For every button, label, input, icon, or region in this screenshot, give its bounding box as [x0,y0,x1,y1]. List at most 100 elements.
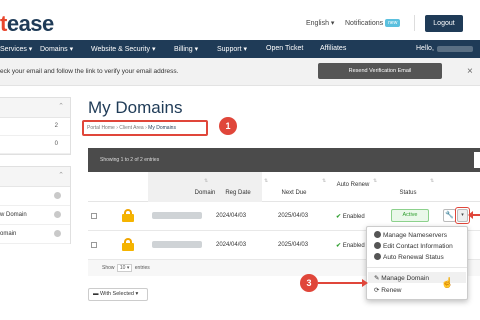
page-length: Show 10 ▾ entries [102,264,150,272]
logout-button[interactable]: Logout [425,15,463,32]
lock-icon [122,209,134,222]
table-header: Domain ⇅ Reg Date ⇅ Next Due ⇅ Auto Rene… [88,172,480,202]
reg-date: 2024/04/03 [216,213,247,219]
domain-name-redacted[interactable] [152,241,202,248]
globe-icon [374,253,381,260]
sidebar-panel-header[interactable]: ⌃ [0,98,70,118]
menu-edit-contact[interactable]: Edit Contact Information [374,242,453,250]
auto-renew: ✔ Enabled [336,213,365,220]
globe-icon [54,211,61,218]
th-domain-bg [148,172,262,202]
th-next-due[interactable]: Next Due [270,190,318,197]
auto-renew: ✔ Enabled [336,242,365,249]
row-checkbox[interactable] [91,242,97,248]
show-label: Show [102,265,115,271]
breadcrumb-my-domains: My Domains [148,125,176,131]
menu-auto-renewal-status[interactable]: Auto Renewal Status [374,253,444,261]
sidebar-link-label: omain [0,231,17,237]
alert-message: eck your email and follow the link to ve… [0,68,179,75]
sort-icon[interactable]: ⇅ [430,178,434,184]
auto-renew-label: Enabled [342,214,365,220]
callout-1: 1 [219,117,237,135]
sidebar-panel-header[interactable]: ⌃ [0,167,70,187]
table-toolbar: Showing 1 to 2 of 2 entries [88,148,480,172]
reg-date: 2024/04/03 [216,242,247,248]
menu-manage-domain[interactable]: ✎ Manage Domain [374,274,429,282]
nav-domains[interactable]: Domains ▾ [40,45,73,53]
th-status[interactable]: Status [388,190,428,197]
folder-icon: ▬ [93,291,101,297]
menu-renew[interactable]: ⟳ Renew [374,286,402,294]
top-header: tease English ▾ Notifications new Logout [0,0,480,40]
globe-icon [374,231,381,238]
sidebar-link-new-domain[interactable]: w Domain [0,206,70,225]
check-icon: ✔ [336,243,343,249]
logo[interactable]: tease [0,11,54,37]
nav-support[interactable]: Support ▾ [217,45,247,53]
menu-manage-nameservers[interactable]: Manage Nameservers [374,231,447,239]
sidebar-panel-actions: ⌃ w Domain omain [0,166,71,244]
nav-open-ticket[interactable]: Open Ticket [266,45,303,52]
resend-verification-button[interactable]: Resend Verification Email [318,63,442,79]
th-auto-renew[interactable]: Auto Renew [332,182,374,189]
nav-hello[interactable]: Hello, [416,45,434,52]
sidebar-count-row[interactable]: 0 [0,136,70,154]
username-redacted [437,46,473,52]
user-icon [374,242,381,249]
logo-part-1: t [0,11,7,36]
callout-3: 3 [300,274,318,292]
breadcrumb-client-area[interactable]: Client Area [119,125,143,131]
nav-billing[interactable]: Billing ▾ [174,45,198,53]
actions-dropdown-toggle[interactable]: ▾ [457,209,468,222]
annotation-arrow-left [468,211,480,219]
language-selector[interactable]: English ▾ [306,19,334,27]
sidebar-action-row[interactable] [0,187,70,206]
sort-icon[interactable]: ⇅ [264,178,268,184]
with-selected-label: With Selected ▾ [100,291,139,297]
status-badge: Active [391,209,429,222]
row-checkbox[interactable] [91,213,97,219]
refresh-icon [54,192,61,199]
auto-renew-label: Enabled [342,243,365,249]
nav-affiliates[interactable]: Affiliates [320,45,346,52]
entries-label: entries [134,265,150,271]
with-selected-button[interactable]: ▬ With Selected ▾ [88,288,148,301]
menu-label: Manage Nameservers [383,232,447,239]
menu-label: Renew [381,287,402,294]
main-nav: Services ▾ Domains ▾ Website & Security … [0,40,480,58]
domain-name-redacted[interactable] [152,212,202,219]
sort-icon[interactable]: ⇅ [373,178,377,184]
chevron-up-icon[interactable]: ⌃ [58,171,64,179]
table-info: Showing 1 to 2 of 2 entries [100,157,160,163]
sidebar-count-row[interactable]: 2 [0,118,70,136]
header-divider [414,15,415,31]
sidebar-count: 0 [54,141,58,147]
nav-website-security[interactable]: Website & Security ▾ [91,45,155,53]
close-icon[interactable]: × [467,66,473,77]
th-reg-date[interactable]: Reg Date [216,190,260,197]
sort-icon[interactable]: ⇅ [204,178,208,184]
menu-label: Auto Renewal Status [383,254,444,261]
page-title: My Domains [88,98,183,117]
menu-label: Manage Domain [381,275,429,282]
page: tease English ▾ Notifications new Logout … [0,0,480,320]
notifications-label: Notifications [345,20,384,27]
next-due: 2025/04/03 [278,213,309,219]
breadcrumb: Portal Home › Client Area › My Domains [87,125,176,131]
notifications-link[interactable]: Notifications new [345,19,401,27]
sort-icon[interactable]: ⇅ [322,178,326,184]
page-length-select[interactable]: 10 ▾ [116,264,133,272]
sidebar-panel-summary: ⌃ 2 0 [0,97,71,155]
sidebar-link-label: w Domain [0,212,27,218]
logo-part-2: ease [6,11,54,36]
lock-icon [122,238,134,251]
table-search-input[interactable] [474,152,480,168]
menu-divider [367,267,467,268]
nav-services[interactable]: Services ▾ [0,45,32,53]
breadcrumb-portal-home[interactable]: Portal Home [87,125,115,131]
chevron-up-icon[interactable]: ⌃ [58,102,64,110]
sidebar-count: 2 [54,123,58,129]
hand-cursor-icon: ☝ [441,278,454,289]
sidebar-link-transfer-domain[interactable]: omain [0,225,70,244]
annotation-arrow-right [318,279,368,287]
